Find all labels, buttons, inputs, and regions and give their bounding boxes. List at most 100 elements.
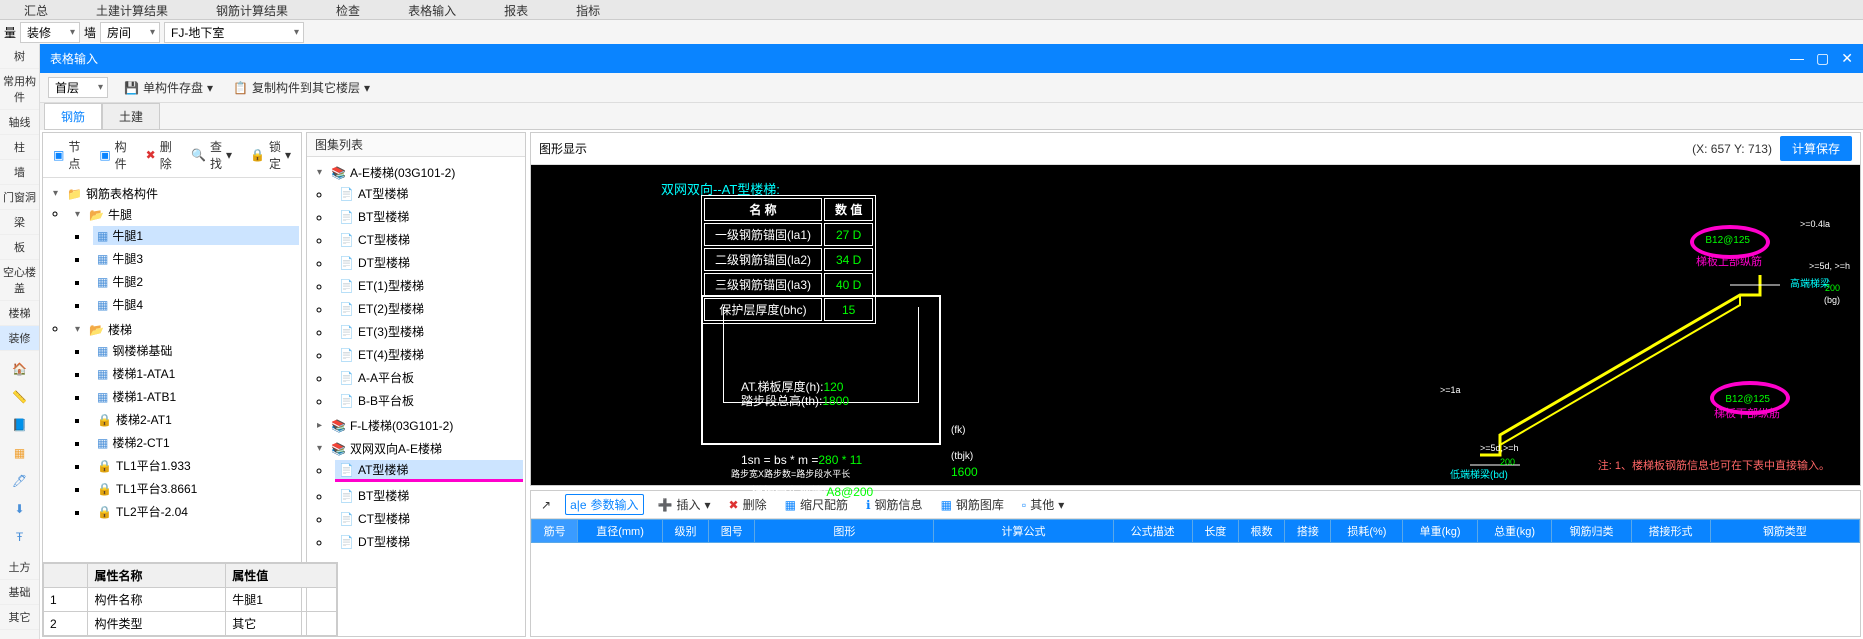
item-niu1[interactable]: 牛腿1 — [112, 227, 143, 244]
copy-component-button[interactable]: 📋复制构件到其它楼层 ▾ — [229, 77, 374, 98]
tab-civil[interactable]: 土建 — [102, 103, 160, 129]
file-icon: ▦ — [97, 275, 108, 289]
item-s6[interactable]: TL1平台3.8661 — [116, 480, 197, 497]
page-icon: 📄 — [339, 279, 354, 293]
plan-view: AT.梯板厚度(h):120 踏步段总高(th):1800 — [701, 295, 941, 445]
filter3-dropdown[interactable]: FJ-地下室 — [164, 22, 304, 43]
cat-finish[interactable]: 装修 — [0, 326, 39, 351]
cat-g1-5[interactable]: ET(2)型楼梯 — [358, 300, 424, 317]
cat-hollow[interactable]: 空心楼盖 — [0, 260, 39, 301]
cat-wall[interactable]: 墙 — [0, 160, 39, 185]
tab-table-input[interactable]: 表格输入 — [384, 0, 480, 19]
cat-g1-9[interactable]: B-B平台板 — [358, 392, 414, 409]
lock-button[interactable]: 🔒锁定 ▾ — [246, 136, 295, 174]
cat-g3-1[interactable]: BT型楼梯 — [358, 487, 409, 504]
calc-save-button[interactable]: 计算保存 — [1780, 136, 1852, 161]
item-niu2[interactable]: 牛腿2 — [112, 273, 143, 290]
arrow-button[interactable]: ↗ — [537, 496, 555, 514]
cat-common[interactable]: 常用构件 — [0, 69, 39, 110]
item-s2[interactable]: 楼梯1-ATB1 — [112, 388, 176, 405]
cat-g1-8[interactable]: A-A平台板 — [358, 369, 414, 386]
cat-earth[interactable]: 土方 — [0, 555, 39, 580]
item-s4[interactable]: 楼梯2-CT1 — [112, 434, 169, 451]
tool-icon-4[interactable]: ▦ — [10, 443, 30, 463]
cat-g2[interactable]: F-L楼梯(03G101-2) — [350, 417, 453, 434]
cat-g3-0[interactable]: AT型楼梯 — [358, 461, 408, 478]
cat-g1-3[interactable]: DT型楼梯 — [358, 254, 410, 271]
root-node[interactable]: 钢筋表格构件 — [86, 185, 158, 202]
tool-icon-6[interactable]: ⬇ — [10, 499, 30, 519]
cat-slab[interactable]: 板 — [0, 235, 39, 260]
cat-g1-1[interactable]: BT型楼梯 — [358, 208, 409, 225]
insert-button[interactable]: ➕插入 ▾ — [654, 494, 715, 515]
cat-axis[interactable]: 轴线 — [0, 110, 39, 135]
other-icon: ▫ — [1022, 498, 1026, 512]
lib-button[interactable]: ▦钢筋图库 — [937, 494, 1008, 515]
save-component-button[interactable]: 💾单构件存盘 ▾ — [120, 77, 217, 98]
node-button[interactable]: ▣节点 — [49, 136, 85, 174]
file-icon: ▦ — [97, 436, 108, 450]
item-s0[interactable]: 钢楼梯基础 — [112, 342, 172, 359]
cat-g1-6[interactable]: ET(3)型楼梯 — [358, 323, 424, 340]
cat-opening[interactable]: 门窗洞 — [0, 185, 39, 210]
cat-g3[interactable]: 双网双向A-E楼梯 — [350, 440, 442, 457]
cat-g1-7[interactable]: ET(4)型楼梯 — [358, 346, 424, 363]
window-title-text: 表格输入 — [50, 50, 98, 67]
cat-stair[interactable]: 楼梯 — [0, 301, 39, 326]
filter2-dropdown[interactable]: 房间 — [100, 22, 160, 43]
filter1-dropdown[interactable]: 装修 — [20, 22, 80, 43]
tab-civil-result[interactable]: 土建计算结果 — [72, 0, 192, 19]
tab-rebar-result[interactable]: 钢筋计算结果 — [192, 0, 312, 19]
item-s1[interactable]: 楼梯1-ATA1 — [112, 365, 175, 382]
tool-icon-3[interactable]: 📘 — [10, 415, 30, 435]
cat-g1[interactable]: A-E楼梯(03G101-2) — [350, 164, 455, 181]
item-niu4[interactable]: 牛腿4 — [112, 296, 143, 313]
cat-g1-0[interactable]: AT型楼梯 — [358, 185, 408, 202]
tool-icon-7[interactable]: Ŧ — [10, 527, 30, 547]
main-tabbar[interactable]: 汇总 土建计算结果 钢筋计算结果 检查 表格输入 报表 指标 — [0, 0, 1863, 20]
item-niu3[interactable]: 牛腿3 — [112, 250, 143, 267]
tool-icon-2[interactable]: 📏 — [10, 387, 30, 407]
tab-report[interactable]: 报表 — [480, 0, 552, 19]
close-icon[interactable]: ✕ — [1841, 50, 1853, 67]
rebar-grid[interactable]: 筋号直径(mm)级别图号 图形计算公式公式描述 长度根数搭接损耗(%) 单重(k… — [531, 519, 1860, 543]
content-tabbar: 钢筋 土建 — [44, 103, 1863, 130]
book-icon: 📚 — [331, 166, 346, 180]
other-button[interactable]: ▫其他 ▾ — [1018, 494, 1068, 515]
minimize-icon[interactable]: — — [1790, 50, 1804, 67]
cat-column[interactable]: 柱 — [0, 135, 39, 160]
item-s5[interactable]: TL1平台1.933 — [116, 457, 191, 474]
maximize-icon[interactable]: ▢ — [1816, 50, 1829, 67]
tool-icon-5[interactable]: 🖊 — [10, 471, 30, 491]
param-input-button[interactable]: a|e 参数输入 — [565, 494, 643, 515]
component-tree[interactable]: ▾📁钢筋表格构件 ▾📂牛腿 ▦牛腿1 ▦牛腿3 ▦牛腿2 ▦牛腿4 — [45, 182, 299, 527]
group-niu[interactable]: 牛腿 — [108, 206, 132, 223]
cat-g3-3[interactable]: DT型楼梯 — [358, 533, 410, 550]
cat-g1-2[interactable]: CT型楼梯 — [358, 231, 410, 248]
catalog-tree[interactable]: ▾📚A-E楼梯(03G101-2) 📄AT型楼梯 📄BT型楼梯 📄CT型楼梯 📄… — [309, 161, 523, 555]
cat-other[interactable]: 其它 — [0, 605, 39, 630]
member-button[interactable]: ▣构件 — [95, 136, 131, 174]
tool-icon-1[interactable]: 🏠 — [10, 359, 30, 379]
item-s7[interactable]: TL2平台-2.04 — [116, 503, 188, 520]
group-stair[interactable]: 楼梯 — [108, 321, 132, 338]
cat-foundation[interactable]: 基础 — [0, 580, 39, 605]
floor-dropdown[interactable]: 首层 — [48, 77, 108, 98]
delete-button[interactable]: ✖删除 — [142, 136, 177, 174]
cat-tree[interactable]: 树 — [0, 44, 39, 69]
prop-val-1[interactable]: 牛腿1 — [226, 588, 337, 612]
cat-beam[interactable]: 梁 — [0, 210, 39, 235]
tab-index[interactable]: 指标 — [552, 0, 624, 19]
prop-val-2[interactable]: 其它 — [226, 612, 337, 636]
find-button[interactable]: 🔍查找 ▾ — [187, 136, 236, 174]
page-icon: 📄 — [339, 302, 354, 316]
tab-summary[interactable]: 汇总 — [0, 0, 72, 19]
bot-rebar-text: 梯板下部纵筋 — [1714, 405, 1780, 421]
item-s3[interactable]: 楼梯2-AT1 — [116, 411, 172, 428]
cat-g3-2[interactable]: CT型楼梯 — [358, 510, 410, 527]
filter-bar: 量 装修 墙 房间 FJ-地下室 — [0, 20, 1863, 44]
cat-g1-4[interactable]: ET(1)型楼梯 — [358, 277, 424, 294]
tab-rebar[interactable]: 钢筋 — [44, 103, 102, 129]
drawing-canvas[interactable]: 双网双向--AT型楼梯: 名 称数 值 一级钢筋锚固(la1)27 D 二级钢筋… — [531, 165, 1860, 485]
tab-check[interactable]: 检查 — [312, 0, 384, 19]
